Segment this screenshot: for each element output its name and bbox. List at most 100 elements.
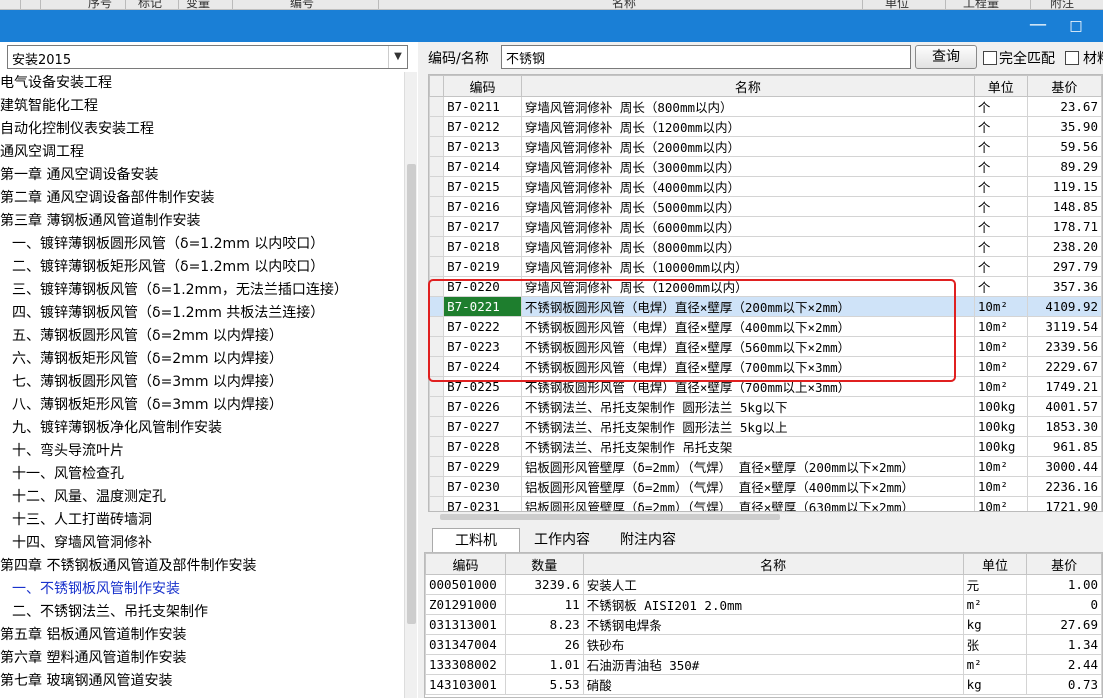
- table-row[interactable]: B7-0216 穿墙风管洞修补 周长（5000mm以内）个 148.85: [429, 196, 1102, 217]
- tree-item[interactable]: 三、镀锌薄钢板风管（δ=1.2mm，无法兰插口连接）: [12, 279, 348, 302]
- tree-item[interactable]: 七、薄钢板圆形风管（δ=3mm 以内焊接）: [12, 371, 283, 394]
- tree-item[interactable]: 自动化控制仪表安装工程: [0, 118, 154, 141]
- tree-item[interactable]: 第四章 不锈钢板通风管道及部件制作安装: [0, 555, 256, 578]
- table-row[interactable]: B7-0229 铝板圆形风管壁厚（δ=2mm）（气焊） 直径×壁厚（200mm以下…: [429, 456, 1102, 477]
- row-header[interactable]: [429, 96, 445, 117]
- exact-match-checkbox[interactable]: [983, 51, 997, 65]
- table-row[interactable]: Z01291000 11 不锈钢板 AISI201 2.0mm m² 0: [425, 594, 1102, 615]
- row-header[interactable]: [429, 376, 445, 397]
- tree-scrollbar-thumb[interactable]: [407, 164, 416, 624]
- table-row[interactable]: 133308002 1.01 石油沥青油毡 350# m² 2.44: [425, 654, 1102, 675]
- tree-item[interactable]: 五、薄钢板圆形风管（δ=2mm 以内焊接）: [12, 325, 283, 348]
- table-row[interactable]: B7-0225 不锈钢板圆形风管（电焊）直径×壁厚（700mm以上×3mm） 10m…: [429, 376, 1102, 397]
- tree-item[interactable]: 六、薄钢板矩形风管（δ=2mm 以内焊接）: [12, 348, 283, 371]
- material-checkbox[interactable]: [1065, 51, 1079, 65]
- row-header[interactable]: [429, 276, 445, 297]
- table-row[interactable]: B7-0215 穿墙风管洞修补 周长（4000mm以内）个 119.15: [429, 176, 1102, 197]
- tree-item[interactable]: 第五章 铝板通风管道制作安装: [0, 624, 186, 647]
- minimize-button[interactable]: —: [1023, 10, 1053, 42]
- table-row[interactable]: B7-0220 穿墙风管洞修补 周长（12000mm以内）个 357.36: [429, 276, 1102, 297]
- row-header[interactable]: [429, 456, 445, 477]
- chevron-down-icon[interactable]: ▼: [388, 46, 407, 68]
- tree-item[interactable]: 四、镀锌薄钢板风管（δ=1.2mm 共板法兰连接）: [12, 302, 324, 325]
- tree-item[interactable]: 十四、穿墙风管洞修补: [12, 532, 152, 555]
- table-row[interactable]: B7-0228 不锈钢法兰、吊托支架制作 吊托支架 100kg 961.85: [429, 436, 1102, 457]
- header-name[interactable]: 名称: [520, 75, 975, 97]
- table-row[interactable]: B7-0217 穿墙风管洞修补 周长（6000mm以内）个 178.71: [429, 216, 1102, 237]
- row-header[interactable]: [429, 316, 445, 337]
- table-row[interactable]: B7-0223 不锈钢板圆形风管（电焊）直径×壁厚（560mm以下×2mm） 10m…: [429, 336, 1102, 357]
- table-row[interactable]: B7-0214 穿墙风管洞修补 周长（3000mm以内）个 89.29: [429, 156, 1102, 177]
- tree-item[interactable]: 第七章 玻璃钢通风管道安装: [0, 670, 172, 693]
- table-row[interactable]: B7-0231 铝板圆形风管壁厚（δ=2mm）（气焊） 直径×壁厚（630mm以下…: [429, 496, 1102, 511]
- tree-item[interactable]: 十一、风管检查孔: [12, 463, 124, 486]
- tree-item[interactable]: 十三、人工打凿砖墙洞: [12, 509, 152, 532]
- row-header[interactable]: [429, 116, 445, 137]
- row-header[interactable]: [429, 476, 445, 497]
- grid-horizontal-scrollbar[interactable]: [428, 512, 1103, 522]
- tree-item[interactable]: 第二章 通风空调设备部件制作安装: [0, 187, 214, 210]
- row-header[interactable]: [429, 196, 445, 217]
- row-header[interactable]: [429, 496, 445, 511]
- tab-work-content[interactable]: 工作内容: [524, 528, 600, 552]
- tab-notes[interactable]: 附注内容: [608, 528, 688, 552]
- mat-header-qty[interactable]: 数量: [504, 553, 584, 575]
- mat-header-unit[interactable]: 单位: [962, 553, 1028, 575]
- tree-item[interactable]: 第三章 薄钢板通风管道制作安装: [0, 210, 200, 233]
- grid-scrollbar-thumb[interactable]: [440, 514, 780, 520]
- tree-item[interactable]: 通风空调工程: [0, 141, 84, 164]
- tree-item[interactable]: 建筑智能化工程: [0, 95, 98, 118]
- row-header[interactable]: [429, 436, 445, 457]
- table-row[interactable]: 031347004 26 铁砂布张 1.34: [425, 634, 1102, 655]
- table-row[interactable]: B7-0213 穿墙风管洞修补 周长（2000mm以内）个 59.56: [429, 136, 1102, 157]
- table-row[interactable]: B7-0212 穿墙风管洞修补 周长（1200mm以内）个 35.90: [429, 116, 1102, 137]
- tree-item[interactable]: 电气设备安装工程: [0, 72, 112, 95]
- table-row[interactable]: B7-0211 穿墙风管洞修补 周长（800mm以内）个 23.67: [429, 96, 1102, 117]
- header-price[interactable]: 基价: [1026, 75, 1102, 97]
- row-header[interactable]: [429, 336, 445, 357]
- row-header[interactable]: [429, 176, 445, 197]
- category-select[interactable]: 安装2015 ▼: [7, 45, 408, 69]
- table-row[interactable]: B7-0227 不锈钢法兰、吊托支架制作 圆形法兰 5kg以上 100kg 1853.…: [429, 416, 1102, 437]
- header-code[interactable]: 编码: [443, 75, 522, 97]
- mat-cell-name: 铁砂布: [582, 634, 964, 655]
- tree-item[interactable]: 一、镀锌薄钢板圆形风管（δ=1.2mm 以内咬口）: [12, 233, 324, 256]
- tree-item[interactable]: 二、不锈钢法兰、吊托支架制作: [12, 601, 208, 624]
- table-row[interactable]: B7-0218 穿墙风管洞修补 周长（8000mm以内）个 238.20: [429, 236, 1102, 257]
- row-header[interactable]: [429, 416, 445, 437]
- tree-item[interactable]: 十二、风量、温度测定孔: [12, 486, 166, 509]
- table-row[interactable]: B7-0219 穿墙风管洞修补 周长（10000mm以内）个 297.79: [429, 256, 1102, 277]
- tree-item[interactable]: 二、镀锌薄钢板矩形风管（δ=1.2mm 以内咬口）: [12, 256, 324, 279]
- tree-item[interactable]: 十、弯头导流叶片: [12, 440, 124, 463]
- table-row[interactable]: 031313001 8.23 不锈钢电焊条 kg 27.69: [425, 614, 1102, 635]
- mat-header-price[interactable]: 基价: [1026, 553, 1102, 575]
- search-input[interactable]: [501, 45, 911, 69]
- tree-item[interactable]: 第六章 塑料通风管道制作安装: [0, 647, 186, 670]
- tree-item[interactable]: 九、镀锌薄钢板净化风管制作安装: [12, 417, 222, 440]
- table-row[interactable]: B7-0224 不锈钢板圆形风管（电焊）直径×壁厚（700mm以下×3mm） 10m…: [429, 356, 1102, 377]
- mat-header-code[interactable]: 编码: [425, 553, 506, 575]
- row-header[interactable]: [429, 296, 445, 317]
- row-header[interactable]: [429, 236, 445, 257]
- table-row[interactable]: B7-0221 不锈钢板圆形风管（电焊）直径×壁厚（200mm以下×2mm） 10m…: [429, 296, 1102, 317]
- table-row[interactable]: B7-0226 不锈钢法兰、吊托支架制作 圆形法兰 5kg以下 100kg 4001.…: [429, 396, 1102, 417]
- row-header[interactable]: [429, 136, 445, 157]
- row-header[interactable]: [429, 256, 445, 277]
- header-unit[interactable]: 单位: [973, 75, 1028, 97]
- row-header[interactable]: [429, 156, 445, 177]
- row-header[interactable]: [429, 216, 445, 237]
- table-row[interactable]: 143103001 5.53 硝酸 kg 0.73: [425, 674, 1102, 695]
- mat-header-name[interactable]: 名称: [582, 553, 964, 575]
- query-button[interactable]: 查询: [915, 45, 977, 69]
- maximize-button[interactable]: □: [1061, 10, 1091, 42]
- tab-materials[interactable]: 工料机: [432, 528, 520, 553]
- table-row[interactable]: B7-0222 不锈钢板圆形风管（电焊）直径×壁厚（400mm以下×2mm） 10m…: [429, 316, 1102, 337]
- tree-item[interactable]: 一、不锈钢板风管制作安装: [12, 578, 180, 601]
- row-header[interactable]: [429, 396, 445, 417]
- table-row[interactable]: 000501000 3239.6 安装人工元 1.00: [425, 574, 1102, 595]
- tree-item[interactable]: 第一章 通风空调设备安装: [0, 164, 158, 187]
- row-header[interactable]: [429, 356, 445, 377]
- tree-item[interactable]: 八、薄钢板矩形风管（δ=3mm 以内焊接）: [12, 394, 283, 417]
- table-row[interactable]: B7-0230 铝板圆形风管壁厚（δ=2mm）（气焊） 直径×壁厚（400mm以下…: [429, 476, 1102, 497]
- tree-scrollbar[interactable]: [404, 72, 417, 698]
